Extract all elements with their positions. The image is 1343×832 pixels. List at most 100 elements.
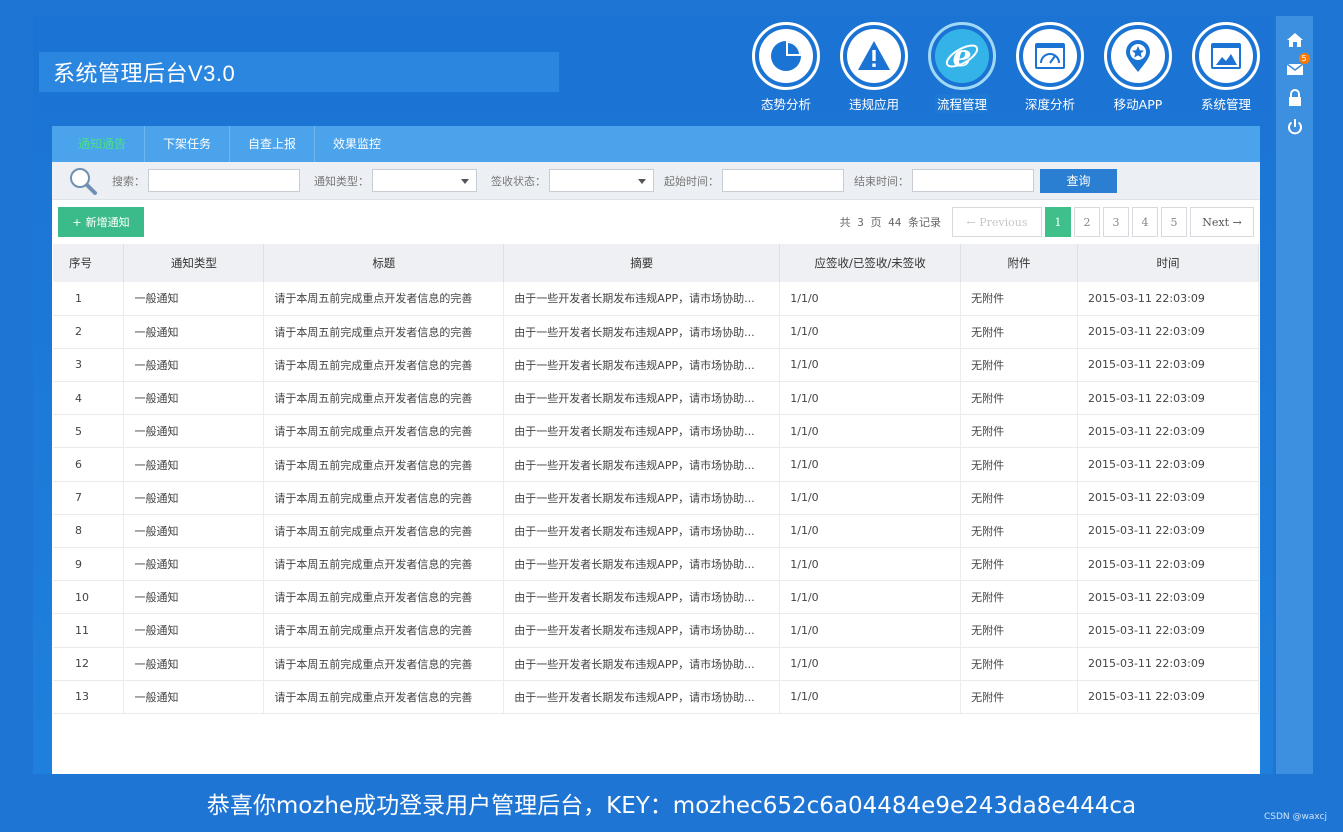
cell-type: 一般通知 [123,447,265,482]
notice-type-select[interactable] [372,169,477,192]
cell-title: 请于本周五前完成重点开发者信息的完善 [263,381,505,416]
tab-self-report[interactable]: 自查上报 [230,126,316,162]
nav-label: 深度分析 [1024,97,1075,112]
table-row[interactable]: 8 一般通知 请于本周五前完成重点开发者信息的完善 由于一些开发者长期发布违规APP，… [53,514,1259,549]
prev-page-button[interactable]: ← Previous [952,207,1042,237]
col-header-time[interactable]: 时间 [1077,244,1259,282]
table-row[interactable]: 4 一般通知 请于本周五前完成重点开发者信息的完善 由于一些开发者长期发布违规APP，… [53,381,1259,416]
nav-process-management[interactable]: e 流程管理 [925,22,999,113]
nav-situation-analysis[interactable]: 态势分析 [749,22,823,113]
table-row[interactable]: 13 一般通知 请于本周五前完成重点开发者信息的完善 由于一些开发者长期发布违规APP… [53,680,1259,714]
cell-title: 请于本周五前完成重点开发者信息的完善 [263,282,505,316]
cell-index: 11 [53,613,125,648]
cell-attachment: 无附件 [960,580,1078,615]
cell-index: 4 [53,381,125,416]
cell-index: 13 [53,680,125,714]
cell-type: 一般通知 [123,315,265,349]
tab-removal-tasks[interactable]: 下架任务 [145,126,231,162]
cell-attachment: 无附件 [960,348,1078,383]
cell-attachment: 无附件 [960,481,1078,515]
col-header-index[interactable]: 序号 [53,244,125,282]
cell-attachment: 无附件 [960,613,1078,648]
top-nav: 态势分析 违规应用 e 流程管理 深度分析 移动APP 系统管理 [749,22,1263,113]
cell-attachment: 无附件 [960,414,1078,449]
cell-sign-status: 1/1/0 [779,481,962,515]
magnifier-icon [70,167,97,195]
cell-title: 请于本周五前完成重点开发者信息的完善 [263,613,505,648]
cell-type: 一般通知 [123,514,265,549]
cell-attachment: 无附件 [960,381,1078,416]
pie-chart-icon [771,41,801,71]
query-button[interactable]: 查询 [1040,168,1117,193]
cell-summary: 由于一些开发者长期发布违规APP，请市场协助... [503,282,781,316]
search-label: 搜索： [112,174,145,188]
cell-summary: 由于一些开发者长期发布违规APP，请市场协助... [503,647,781,681]
table-row[interactable]: 9 一般通知 请于本周五前完成重点开发者信息的完善 由于一些开发者长期发布违规APP，… [53,547,1259,582]
cell-index: 1 [53,282,125,316]
plus-icon: + [72,215,82,229]
next-page-button[interactable]: Next → [1190,207,1254,237]
table-row[interactable]: 12 一般通知 请于本周五前完成重点开发者信息的完善 由于一些开发者长期发布违规APP… [53,647,1259,681]
nav-system-management[interactable]: 系统管理 [1189,22,1263,113]
cell-time: 2015-03-11 22:03:09 [1077,315,1259,349]
tab-bar: 通知通告 下架任务 自查上报 效果监控 [52,126,1260,162]
power-icon[interactable] [1285,117,1305,137]
cell-title: 请于本周五前完成重点开发者信息的完善 [263,514,505,549]
cell-sign-status: 1/1/0 [779,547,962,582]
tab-notices[interactable]: 通知通告 [60,126,146,162]
app-title: 系统管理后台V3.0 [53,61,236,86]
col-header-sign-status[interactable]: 应签收/已签收/未签收 [779,244,962,282]
cell-type: 一般通知 [123,282,265,316]
watermark: CSDN @waxcj [1263,812,1327,822]
table-row[interactable]: 3 一般通知 请于本周五前完成重点开发者信息的完善 由于一些开发者长期发布违规APP，… [53,348,1259,383]
cell-summary: 由于一些开发者长期发布违规APP，请市场协助... [503,315,781,349]
page-1-button[interactable]: 1 [1045,207,1071,237]
cell-time: 2015-03-11 22:03:09 [1077,580,1259,615]
table-row[interactable]: 7 一般通知 请于本周五前完成重点开发者信息的完善 由于一些开发者长期发布违规APP，… [53,481,1259,515]
dashboard-gauge-icon [1035,43,1065,69]
tab-effect-monitoring[interactable]: 效果监控 [315,126,399,162]
cell-title: 请于本周五前完成重点开发者信息的完善 [263,481,505,515]
col-header-summary[interactable]: 摘要 [503,244,781,282]
cell-attachment: 无附件 [960,447,1078,482]
search-input[interactable] [148,169,300,192]
col-header-attachment[interactable]: 附件 [960,244,1078,282]
search-row: 搜索： 通知类型： 签收状态： 起始时间： 结束时间： 查询 [52,162,1260,200]
table-row[interactable]: 5 一般通知 请于本周五前完成重点开发者信息的完善 由于一些开发者长期发布违规APP，… [53,414,1259,449]
nav-mobile-app[interactable]: 移动APP [1101,22,1175,113]
cell-index: 10 [53,580,125,615]
cell-time: 2015-03-11 22:03:09 [1077,514,1259,549]
pager-info: 共 3 页 44 条记录 [839,216,941,229]
cell-attachment: 无附件 [960,647,1078,681]
table-row[interactable]: 10 一般通知 请于本周五前完成重点开发者信息的完善 由于一些开发者长期发布违规APP… [53,580,1259,615]
mail-icon[interactable]: 5 [1285,53,1310,79]
cell-attachment: 无附件 [960,547,1078,582]
table-row[interactable]: 2 一般通知 请于本周五前完成重点开发者信息的完善 由于一些开发者长期发布违规APP，… [53,315,1259,349]
cell-sign-status: 1/1/0 [779,447,962,482]
cell-type: 一般通知 [123,547,265,582]
lock-icon[interactable] [1285,88,1305,108]
page-5-button[interactable]: 5 [1161,207,1187,237]
page-2-button[interactable]: 2 [1074,207,1100,237]
home-icon[interactable] [1285,30,1305,50]
app-title-bar: 系统管理后台V3.0 [39,52,559,92]
side-toolbar: 5 [1276,16,1313,774]
page-4-button[interactable]: 4 [1132,207,1158,237]
col-header-type[interactable]: 通知类型 [123,244,265,282]
cell-type: 一般通知 [123,414,265,449]
chevron-down-icon [461,179,469,184]
table-row[interactable]: 1 一般通知 请于本周五前完成重点开发者信息的完善 由于一些开发者长期发布违规APP，… [53,282,1259,316]
sign-status-select[interactable] [549,169,654,192]
nav-violating-apps[interactable]: 违规应用 [837,22,911,113]
page-3-button[interactable]: 3 [1103,207,1129,237]
cell-sign-status: 1/1/0 [779,282,962,316]
add-notice-button[interactable]: + 新增通知 [58,207,144,237]
cell-type: 一般通知 [123,647,265,681]
start-time-input[interactable] [722,169,844,192]
table-row[interactable]: 11 一般通知 请于本周五前完成重点开发者信息的完善 由于一些开发者长期发布违规APP… [53,613,1259,648]
cell-time: 2015-03-11 22:03:09 [1077,481,1259,515]
table-row[interactable]: 6 一般通知 请于本周五前完成重点开发者信息的完善 由于一些开发者长期发布违规APP，… [53,447,1259,482]
nav-deep-analysis[interactable]: 深度分析 [1013,22,1087,113]
end-time-input[interactable] [912,169,1034,192]
col-header-title[interactable]: 标题 [263,244,505,282]
